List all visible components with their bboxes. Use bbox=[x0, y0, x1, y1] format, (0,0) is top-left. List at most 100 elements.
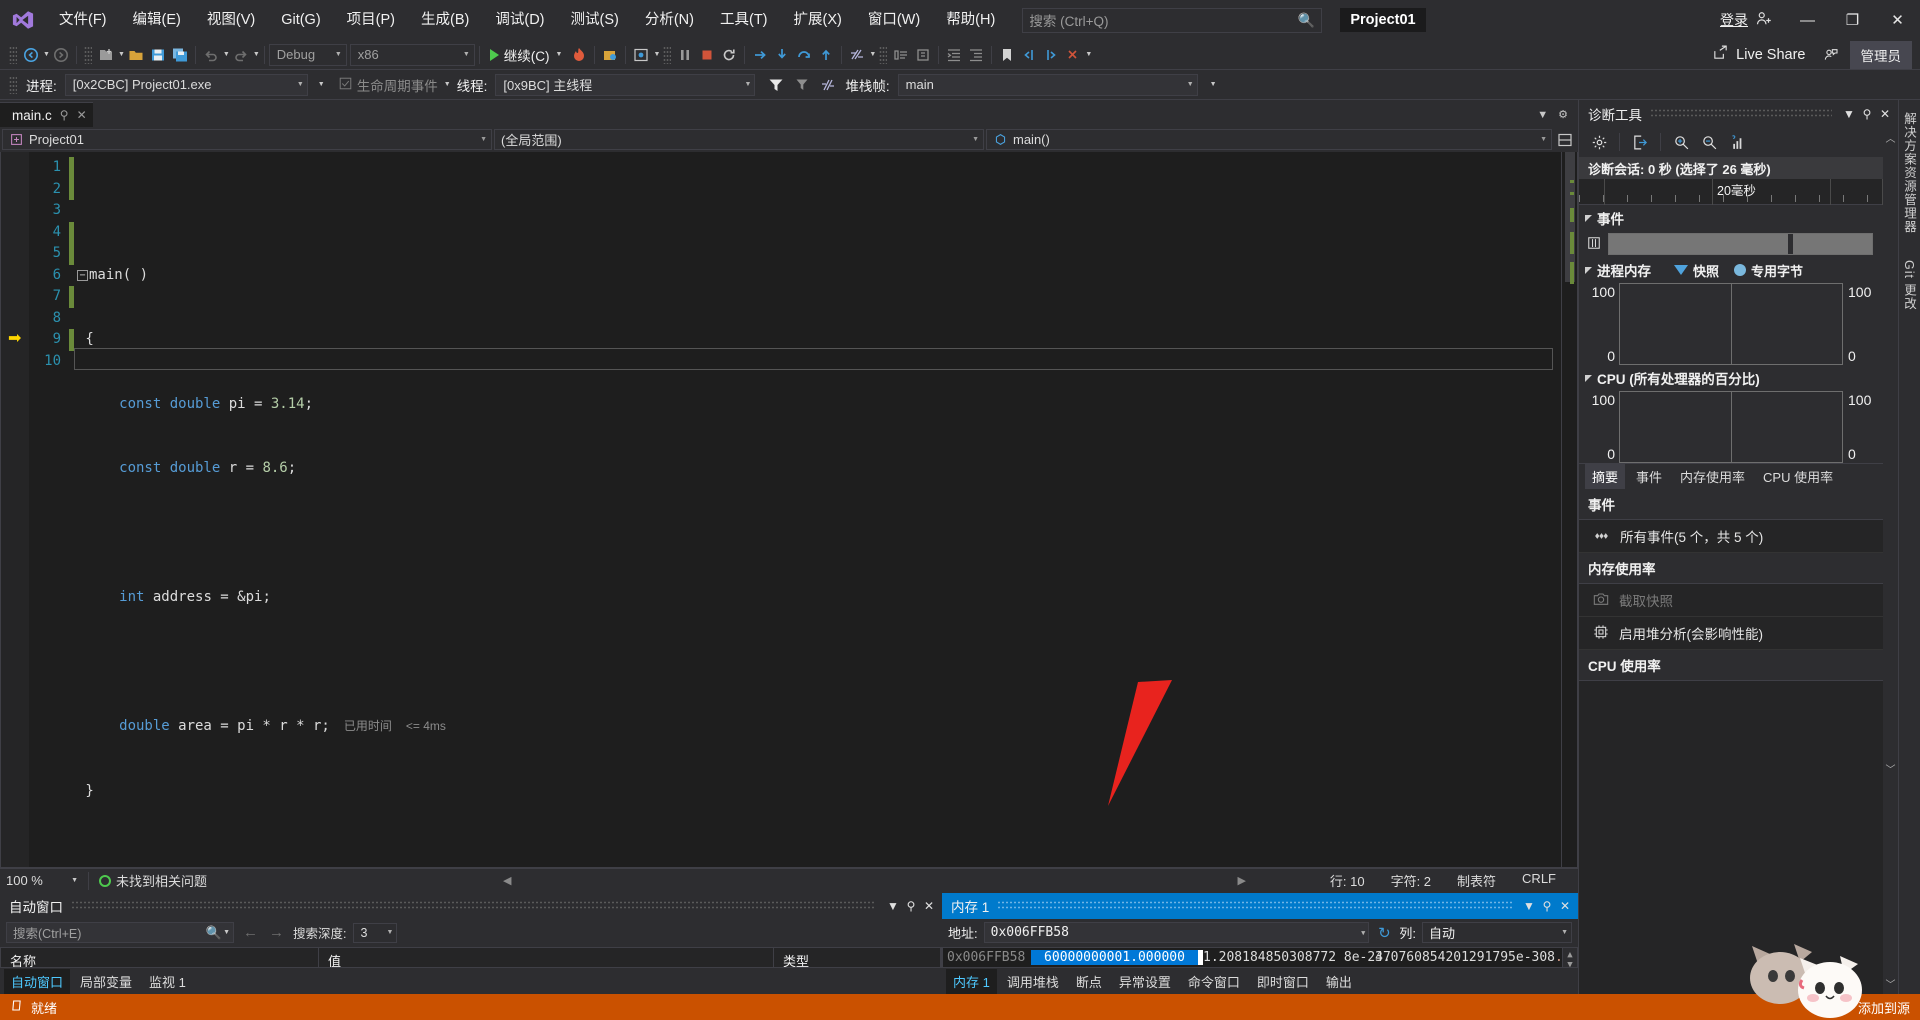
thread-dropdown[interactable]: [0x9BC] 主线程 ▼ bbox=[495, 74, 755, 96]
tab-breakpoints[interactable]: 断点 bbox=[1069, 969, 1109, 994]
zoom-out-icon[interactable] bbox=[1697, 131, 1721, 153]
open-file-icon[interactable] bbox=[125, 43, 147, 67]
menu-item-extensions[interactable]: 扩展(X) bbox=[781, 0, 855, 40]
diag-tab-cpu[interactable]: CPU 使用率 bbox=[1756, 464, 1840, 489]
memory-grid[interactable]: 0x006FFB58 60000000001.000000 1.20818485… bbox=[942, 947, 1578, 969]
redo-icon[interactable] bbox=[230, 43, 252, 67]
lifecycle-events-button[interactable]: 生命周期事件 ▼ bbox=[335, 75, 451, 95]
process-dropdown[interactable]: [0x2CBC] Project01.exe ▼ bbox=[65, 74, 308, 96]
stackframe-dropdown[interactable]: main ▼ bbox=[898, 74, 1198, 96]
solution-platform-dropdown[interactable]: x86 ▼ bbox=[350, 44, 475, 66]
tab-autos[interactable]: 自动窗口 bbox=[4, 969, 70, 994]
events-section-title[interactable]: 事件 bbox=[1579, 205, 1883, 231]
column-header-type[interactable]: 类型 bbox=[774, 948, 941, 969]
close-button[interactable]: ✕ bbox=[1875, 0, 1920, 40]
editor-settings-gear-icon[interactable]: ⚙ bbox=[1554, 108, 1572, 121]
restart-icon[interactable] bbox=[718, 43, 740, 67]
scroll-up-icon[interactable]: ︿ bbox=[1886, 130, 1896, 145]
diag-tab-summary[interactable]: 摘要 bbox=[1585, 464, 1625, 489]
memory-value[interactable]: 1.208184850308772 8e-247 bbox=[1203, 950, 1375, 965]
process-memory-graph[interactable]: 100 0 100 0 bbox=[1579, 283, 1883, 365]
diagnostic-vertical-scrollbar[interactable]: ︿ ﹀ ﹀ bbox=[1883, 127, 1898, 994]
solution-explorer-tab[interactable]: 解决方案资源管理器 bbox=[1900, 112, 1919, 234]
navbar-scope-dropdown[interactable]: (全局范围) ▼ bbox=[494, 129, 984, 150]
search-previous-icon[interactable]: ← bbox=[241, 924, 260, 941]
pin-icon[interactable]: ⚲ bbox=[902, 896, 920, 916]
menu-item-edit[interactable]: 编辑(E) bbox=[120, 0, 194, 40]
stop-debugging-icon[interactable] bbox=[696, 43, 718, 67]
memory-columns-dropdown[interactable]: 自动 ▼ bbox=[1422, 922, 1572, 943]
step-over-icon[interactable] bbox=[793, 43, 815, 67]
next-bookmark-icon[interactable] bbox=[1040, 43, 1062, 67]
autos-search-input[interactable]: 搜索(Ctrl+E) 🔍 ▼ bbox=[6, 922, 234, 943]
code-editor[interactable]: ➡ 1 2 3 4 5 6 7 8 9 10 bbox=[0, 152, 1578, 868]
new-project-icon[interactable] bbox=[95, 43, 117, 67]
menu-item-test[interactable]: 测试(S) bbox=[558, 0, 632, 40]
pin-icon[interactable]: ⚲ bbox=[1858, 104, 1876, 124]
column-header-value[interactable]: 值 bbox=[319, 948, 774, 969]
toolbar-grip[interactable] bbox=[9, 46, 17, 64]
window-menu-chevron-icon[interactable]: ▼ bbox=[1840, 104, 1858, 124]
attach-process-icon[interactable] bbox=[599, 43, 621, 67]
chevron-down-icon[interactable]: ▼ bbox=[223, 929, 230, 936]
process-extra-dropdown-icon[interactable]: ▼ bbox=[318, 81, 325, 88]
close-icon[interactable]: ✕ bbox=[77, 108, 87, 122]
decrease-indent-icon[interactable] bbox=[965, 43, 987, 67]
pin-icon[interactable]: ⚲ bbox=[1538, 896, 1556, 916]
issues-indicator[interactable]: 未找到相关问题 bbox=[99, 871, 207, 890]
autos-window-header[interactable]: 自动窗口 ▼ ⚲ ✕ bbox=[0, 893, 942, 919]
memory-address-input[interactable]: 0x006FFB58 ▼ bbox=[984, 922, 1370, 943]
new-dropdown-icon[interactable]: ▼ bbox=[118, 51, 125, 58]
export-icon[interactable] bbox=[1628, 131, 1652, 153]
hot-reload-icon[interactable] bbox=[568, 43, 590, 67]
menu-item-analyze[interactable]: 分析(N) bbox=[632, 0, 707, 40]
scroll-down-icon[interactable]: ﹀ bbox=[1886, 976, 1896, 991]
bookmark-icon[interactable] bbox=[996, 43, 1018, 67]
pin-icon[interactable]: ⚲ bbox=[60, 108, 69, 122]
window-menu-chevron-icon[interactable]: ▼ bbox=[1520, 896, 1538, 916]
menu-item-debug[interactable]: 调试(D) bbox=[482, 0, 557, 40]
restore-button[interactable]: ❐ bbox=[1830, 0, 1875, 40]
live-share-button[interactable]: Live Share bbox=[1702, 44, 1815, 65]
tab-memory1[interactable]: 内存 1 bbox=[946, 969, 997, 994]
quick-search-input[interactable]: 搜索 (Ctrl+Q) 🔍 bbox=[1022, 8, 1322, 33]
continue-button[interactable]: 继续(C) ▼ bbox=[484, 43, 569, 67]
undo-dropdown-icon[interactable]: ▼ bbox=[223, 51, 230, 58]
events-track[interactable] bbox=[1608, 233, 1873, 255]
search-next-icon[interactable]: → bbox=[267, 924, 286, 941]
menu-item-help[interactable]: 帮助(H) bbox=[933, 0, 1008, 40]
tab-output[interactable]: 输出 bbox=[1319, 969, 1359, 994]
uncomment-selection-icon[interactable] bbox=[912, 43, 934, 67]
comment-selection-icon[interactable] bbox=[890, 43, 912, 67]
drag-handle[interactable] bbox=[71, 901, 876, 911]
navbar-member-dropdown[interactable]: main() ▼ bbox=[986, 129, 1552, 150]
tab-watch1[interactable]: 监视 1 bbox=[142, 969, 193, 994]
cpu-section-title[interactable]: CPU (所有处理器的百分比) bbox=[1579, 365, 1883, 391]
step-out-icon[interactable] bbox=[815, 43, 837, 67]
break-all-icon[interactable] bbox=[674, 43, 696, 67]
navigate-forward-icon[interactable] bbox=[50, 43, 72, 67]
memory-value-highlighted[interactable]: 60000000001.000000 bbox=[1031, 950, 1203, 965]
toolbar-overflow-icon[interactable]: ▼ bbox=[1085, 51, 1092, 58]
tab-locals[interactable]: 局部变量 bbox=[73, 969, 139, 994]
sign-in-button[interactable]: 登录 bbox=[1708, 10, 1785, 31]
search-depth-dropdown[interactable]: 3 ▼ bbox=[353, 923, 397, 943]
menu-item-window[interactable]: 窗口(W) bbox=[855, 0, 933, 40]
diagnostic-window-icon[interactable] bbox=[630, 43, 652, 67]
chevron-down-icon[interactable]: ▼ bbox=[653, 51, 660, 58]
debug-toolbar-grip[interactable] bbox=[9, 76, 17, 94]
refresh-icon[interactable]: ↻ bbox=[1375, 923, 1393, 943]
scroll-mid-down-icon[interactable]: ﹀ bbox=[1886, 761, 1896, 776]
hscroll-right-icon[interactable]: ▶ bbox=[1237, 874, 1245, 887]
debug-toolbar-overflow-icon[interactable]: ▼ bbox=[1210, 81, 1217, 88]
tab-command-window[interactable]: 命令窗口 bbox=[1181, 969, 1247, 994]
chevron-down-icon[interactable]: ▼ bbox=[869, 51, 876, 58]
memory-window-header[interactable]: 内存 1 ▼ ⚲ ✕ bbox=[942, 893, 1578, 919]
scroll-up-icon[interactable]: ▲ bbox=[1567, 950, 1572, 960]
increase-indent-icon[interactable] bbox=[943, 43, 965, 67]
tab-list-chevron-icon[interactable]: ▼ bbox=[1533, 109, 1552, 121]
menu-item-git[interactable]: Git(G) bbox=[268, 0, 333, 40]
tab-call-stack[interactable]: 调用堆栈 bbox=[1000, 969, 1066, 994]
step-into-icon[interactable] bbox=[771, 43, 793, 67]
diagnostic-tools-header[interactable]: 诊断工具 ▼ ⚲ ✕ bbox=[1579, 100, 1898, 127]
